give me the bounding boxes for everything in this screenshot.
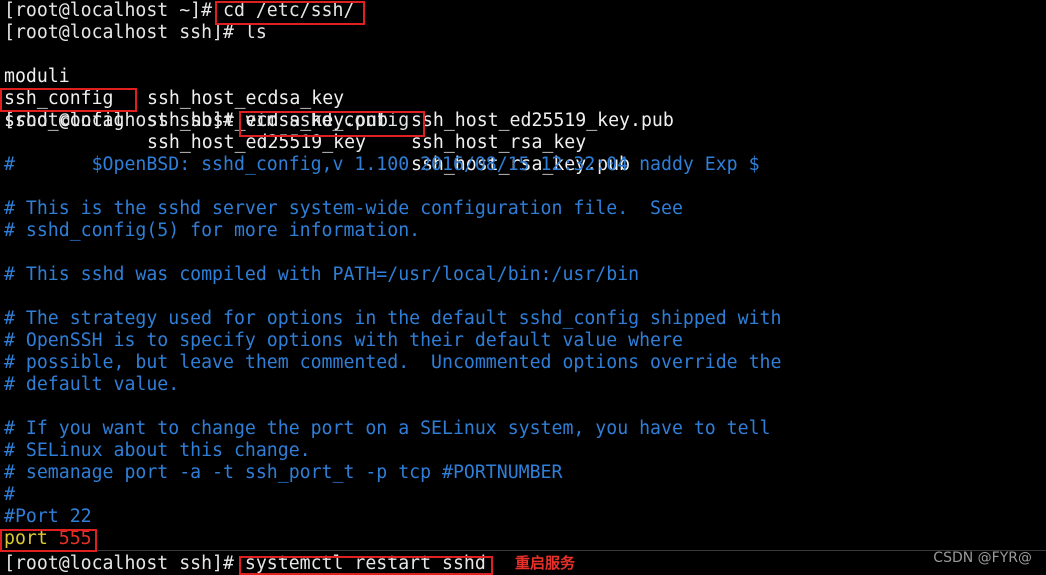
- watermark: CSDN @FYR@: [933, 550, 1032, 566]
- ls-row: sshd_config ssh_host_ed25519_key ssh_hos…: [4, 88, 630, 175]
- file-line: #: [4, 484, 15, 505]
- file-line: # $OpenBSD: sshd_config,v 1.100 2016/08/…: [4, 154, 760, 175]
- command-line-cd: [root@localhost ~]# cd /etc/ssh/: [4, 0, 354, 22]
- command-text: systemctl restart sshd: [233, 553, 486, 574]
- port-setting-line[interactable]: port 555: [4, 528, 92, 550]
- file-line: # SELinux about this change.: [4, 440, 311, 461]
- file-line: # This is the sshd server system-wide co…: [4, 198, 683, 219]
- annotation-restart-service: 重启服务: [515, 554, 576, 572]
- file-line: # default value.: [4, 374, 180, 395]
- file-line: # This sshd was compiled with PATH=/usr/…: [4, 264, 640, 285]
- file-line: # If you want to change the port on a SE…: [4, 418, 771, 439]
- file-line: # The strategy used for options in the d…: [4, 308, 782, 329]
- file-entry: ssh_host_ed25519_key: [147, 132, 366, 153]
- prompt: [root@localhost ssh]#: [4, 110, 234, 131]
- file-entry: ssh_host_ed25519_key.pub: [411, 110, 674, 131]
- file-line: #Port 22: [4, 506, 92, 527]
- file-line: # sshd_config(5) for more information.: [4, 220, 421, 241]
- prompt: [root@localhost ssh]#: [4, 22, 234, 43]
- prompt: [root@localhost ~]#: [4, 0, 213, 21]
- prompt: [root@localhost ssh]#: [4, 553, 234, 574]
- command-text: cd /etc/ssh/: [212, 0, 355, 21]
- port-value: 555: [47, 528, 92, 549]
- command-line-ls: [root@localhost ssh]# ls: [4, 22, 267, 44]
- command-line-restart: [root@localhost ssh]# systemctl restart …: [4, 553, 486, 575]
- ls-row: ssh_config ssh_host_ecdsa_key.pub ssh_ho…: [4, 66, 586, 153]
- file-entry: ssh_host_ecdsa_key: [147, 88, 345, 109]
- command-text: vim sshd_config: [233, 110, 410, 131]
- ls-row: moduli ssh_host_ecdsa_key ssh_host_ed255…: [4, 44, 674, 131]
- file-line: # semanage port -a -t ssh_port_t -p tcp …: [4, 462, 563, 483]
- file-line: # possible, but leave them commented. Un…: [4, 352, 782, 373]
- command-text: ls: [233, 22, 267, 43]
- port-keyword: port: [4, 528, 48, 549]
- file-entry: ssh_host_rsa_key: [411, 132, 587, 153]
- command-line-vim: [root@localhost ssh]# vim sshd_config: [4, 110, 409, 132]
- file-line: # OpenSSH is to specify options with the…: [4, 330, 683, 351]
